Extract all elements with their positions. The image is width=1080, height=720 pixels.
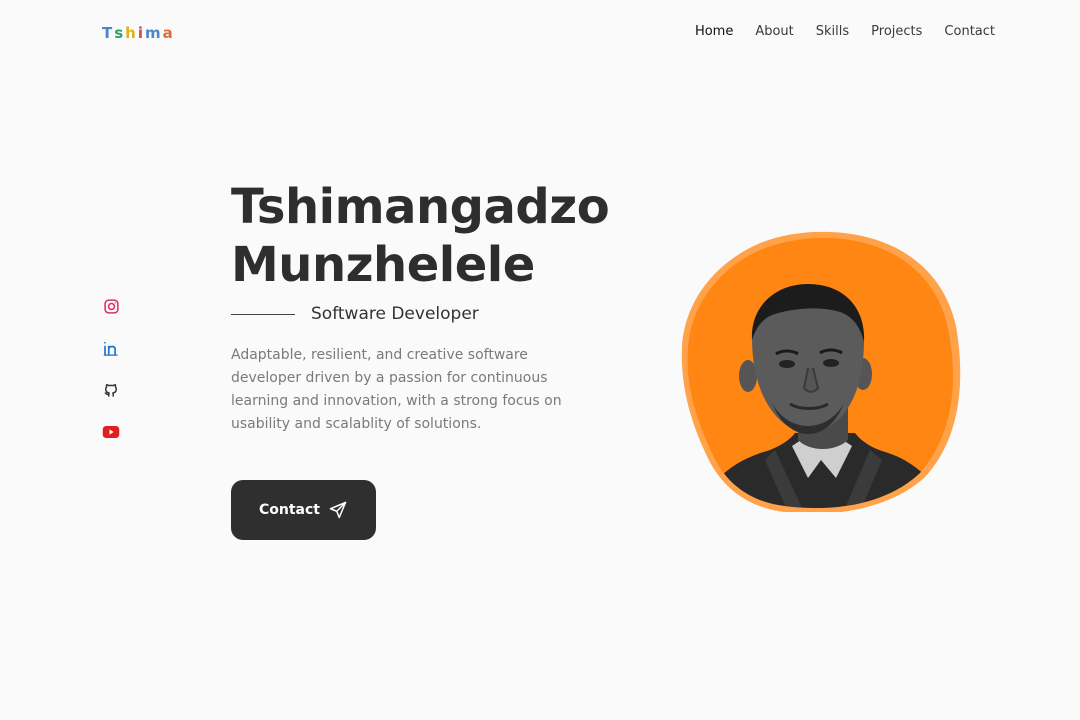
role-row: Software Developer <box>231 304 661 324</box>
logo-letter: h <box>125 24 138 42</box>
site-logo[interactable]: Tshima <box>102 24 175 42</box>
logo-letter: i <box>137 24 146 42</box>
hero-role: Software Developer <box>311 304 479 324</box>
nav-about[interactable]: About <box>755 24 793 39</box>
hero-description: Adaptable, resilient, and creative softw… <box>231 347 562 432</box>
logo-letter: s <box>114 24 126 42</box>
nav-home[interactable]: Home <box>695 24 733 39</box>
main-nav: Home About Skills Projects Contact <box>695 24 995 39</box>
role-divider <box>231 313 295 315</box>
nav-skills[interactable]: Skills <box>816 24 849 39</box>
social-links <box>101 295 121 443</box>
youtube-icon[interactable] <box>101 421 121 443</box>
contact-button-label: Contact <box>259 502 320 518</box>
instagram-icon[interactable] <box>101 295 121 317</box>
contact-button[interactable]: Contact <box>231 480 376 540</box>
nav-contact[interactable]: Contact <box>944 24 995 39</box>
linkedin-icon[interactable] <box>101 337 121 359</box>
github-icon[interactable] <box>101 379 121 401</box>
hero-section: Tshimangadzo Munzhelele Software Develop… <box>231 178 661 540</box>
logo-letter: m <box>145 24 163 42</box>
profile-portrait <box>680 228 962 514</box>
site-header: Tshima Home About Skills Projects Contac… <box>0 0 1080 66</box>
logo-letter: T <box>102 24 115 42</box>
logo-letter: a <box>162 24 175 42</box>
send-icon <box>329 501 347 519</box>
nav-projects[interactable]: Projects <box>871 24 922 39</box>
hero-first-name: Tshimangadzo <box>231 179 610 235</box>
hero-last-name: Munzhelele <box>231 237 535 293</box>
